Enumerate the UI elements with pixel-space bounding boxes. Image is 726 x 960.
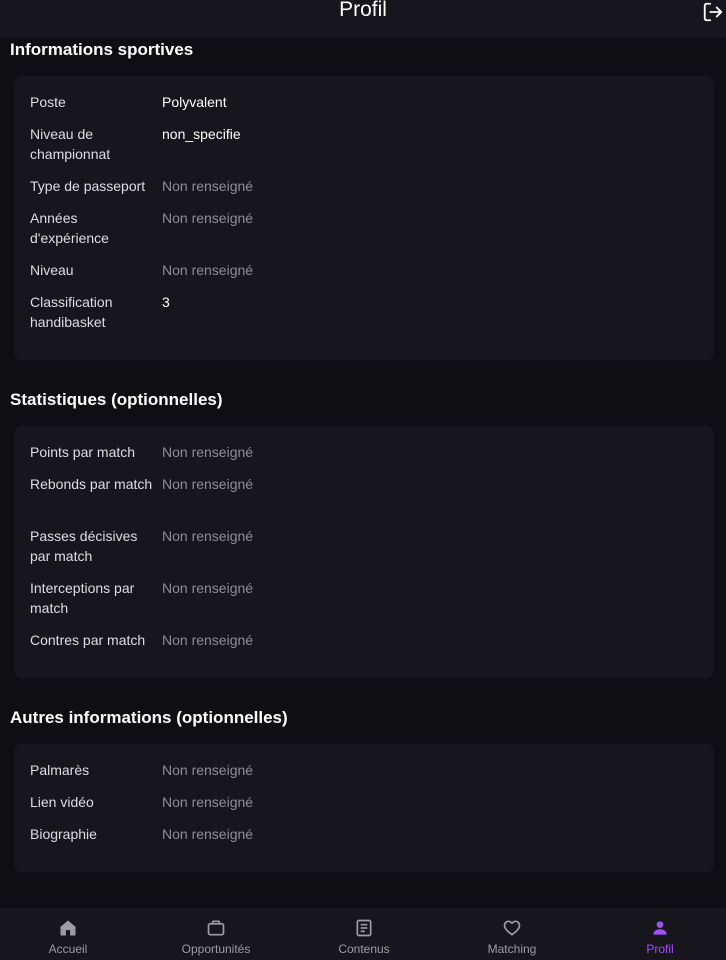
row-label: Niveau (30, 262, 74, 278)
tab-label: Accueil (48, 942, 88, 956)
article-icon (356, 919, 372, 937)
row-value: Non renseigné (162, 528, 254, 544)
other-info-card: Palmarès Non renseigné Lien vidéo Non re… (14, 744, 714, 872)
row-label: Années d'expérience (30, 210, 109, 246)
tab-label: Profil (646, 942, 674, 956)
briefcase-icon (207, 920, 225, 936)
tab-opportunites[interactable]: Opportunités (156, 908, 276, 960)
tab-label: Contenus (338, 942, 390, 956)
tab-accueil[interactable]: Accueil (8, 908, 128, 960)
row-value: 3 (162, 294, 170, 310)
tab-matching[interactable]: Matching (452, 908, 572, 960)
row-value: Non renseigné (162, 762, 254, 778)
sport-info-card: Poste Polyvalent Niveau de championnat n… (14, 76, 714, 360)
row-value: Polyvalent (162, 94, 227, 110)
row-value: Non renseigné (162, 794, 254, 810)
row-label: Passes décisives par match (30, 528, 138, 564)
row-label: Lien vidéo (30, 794, 94, 810)
row-value: Non renseigné (162, 826, 254, 842)
section-title-sport: Informations sportives (10, 40, 194, 59)
logout-icon (703, 2, 723, 22)
section-title-stats: Statistiques (optionnelles) (10, 390, 223, 409)
row-label: Points par match (30, 444, 136, 460)
tab-contenus[interactable]: Contenus (304, 908, 424, 960)
row-label: Palmarès (30, 762, 90, 778)
row-label: Poste (30, 94, 66, 110)
heart-icon (503, 920, 521, 936)
row-value: Non renseigné (162, 632, 254, 648)
page-title: Profil (339, 0, 387, 21)
row-label: Type de passeport (30, 178, 146, 194)
bottom-tab-bar: Accueil Opportunités Contenus Matching P… (0, 908, 726, 960)
row-value: non_specifie (162, 126, 241, 142)
row-value: Non renseigné (162, 476, 254, 492)
row-label: Biographie (30, 826, 97, 842)
home-icon (60, 920, 76, 936)
row-value: Non renseigné (162, 444, 254, 460)
row-label: Classification handibasket (30, 294, 113, 330)
row-value: Non renseigné (162, 580, 254, 596)
row-value: Non renseigné (162, 210, 254, 226)
row-label: Interceptions par match (30, 580, 135, 616)
section-title-other: Autres informations (optionnelles) (10, 708, 288, 727)
tab-label: Matching (487, 942, 537, 956)
logout-button[interactable] (702, 1, 724, 23)
stats-card: Points par match Non renseigné Rebonds p… (14, 426, 714, 678)
app-header: Profil (0, 0, 726, 38)
tab-profil[interactable]: Profil (600, 908, 720, 960)
row-label: Niveau de championnat (30, 126, 111, 162)
row-value: Non renseigné (162, 262, 254, 278)
tab-label: Opportunités (181, 942, 251, 956)
row-label: Contres par match (30, 632, 146, 648)
profile-page: Profil Informations sportives Poste Poly… (0, 0, 726, 960)
person-icon (653, 921, 667, 935)
row-value: Non renseigné (162, 178, 254, 194)
row-label: Rebonds par match (30, 476, 153, 492)
